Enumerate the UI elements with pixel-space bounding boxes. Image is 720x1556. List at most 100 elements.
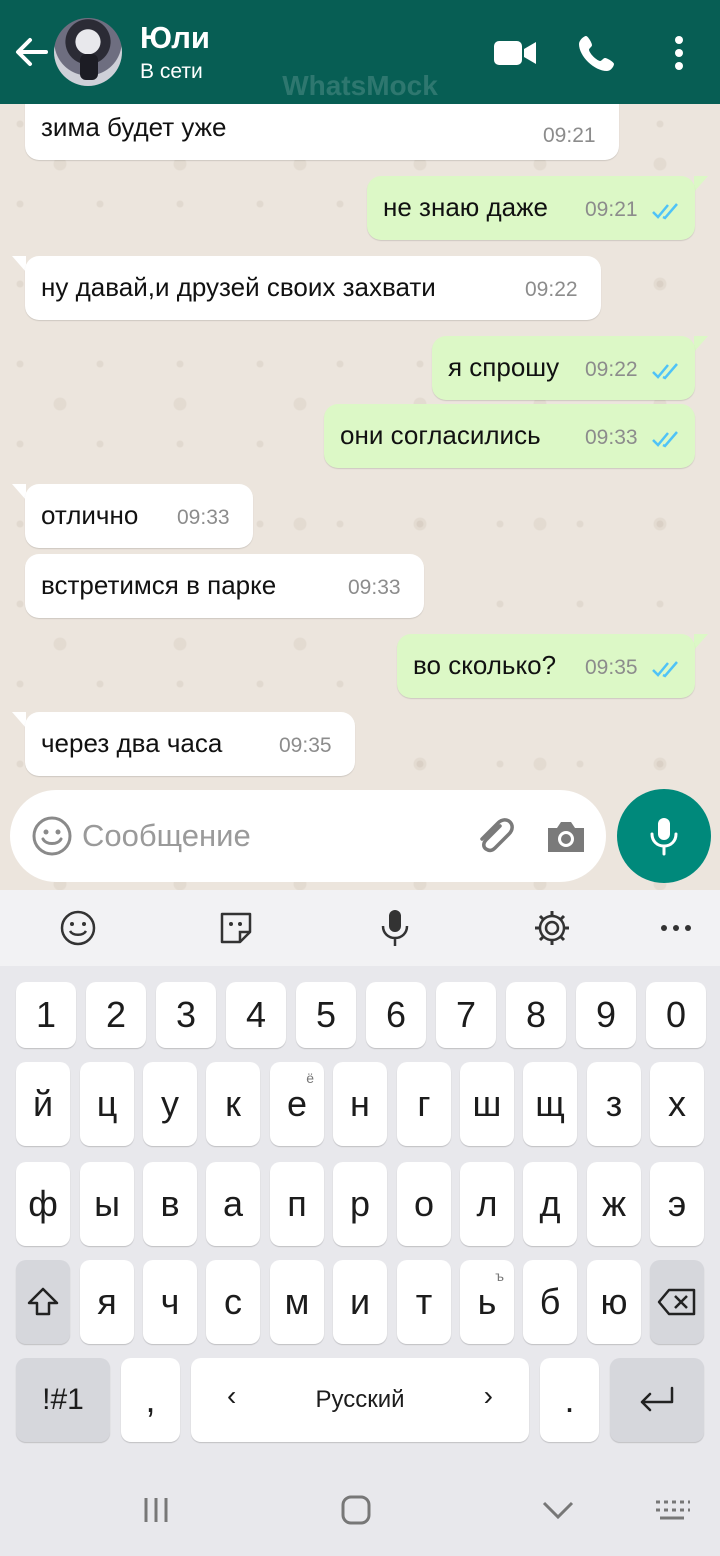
system-navigation-bar [0,1466,720,1556]
key-letter[interactable]: ю [587,1260,641,1344]
chat-area[interactable]: зима будет уже 09:21 не знаю даже 09:21 … [0,104,720,890]
key-letter[interactable]: и [333,1260,387,1344]
message-text: они согласились [340,420,541,450]
message-incoming[interactable]: зима будет уже 09:21 [25,104,619,160]
symbols-key[interactable]: !#1 [16,1358,110,1442]
enter-icon [640,1386,674,1412]
message-outgoing[interactable]: не знаю даже 09:21 [367,176,695,240]
message-time: 09:33 [348,576,401,599]
key-letter[interactable]: ж [587,1162,641,1246]
read-receipt-icon [652,661,678,678]
key-letter[interactable]: п [270,1162,324,1246]
message-time: 09:22 [525,278,578,301]
message-incoming[interactable]: через два часа 09:35 [25,712,355,776]
contact-name[interactable]: Юли [140,20,210,56]
microphone-icon [650,818,678,856]
voice-record-button[interactable] [617,789,711,883]
key-5[interactable]: 5 [296,982,356,1048]
recents-icon[interactable] [140,1492,172,1528]
bubble-tail [12,256,26,272]
key-letter[interactable]: а [206,1162,260,1246]
key-letter[interactable]: к [206,1062,260,1146]
message-text: встретимся в парке [41,570,277,600]
key-letter[interactable]: й [16,1062,70,1146]
message-outgoing[interactable]: во сколько? 09:35 [397,634,695,698]
enter-key[interactable] [610,1358,704,1442]
key-letter[interactable]: о [397,1162,451,1246]
key-letter[interactable]: я [80,1260,134,1344]
key-8[interactable]: 8 [506,982,566,1048]
key-letter[interactable]: в [143,1162,197,1246]
message-incoming[interactable]: ну давай,и друзей своих захвати 09:22 [25,256,601,320]
back-arrow-icon[interactable] [10,30,54,74]
key-alt-label: ъ [495,1268,504,1284]
key-letter[interactable]: з [587,1062,641,1146]
key-label: е [286,1083,308,1124]
message-time: 09:21 [585,198,638,221]
key-letter[interactable]: д [523,1162,577,1246]
key-letter-e[interactable]: е ё [270,1062,324,1146]
key-letter[interactable]: х [650,1062,704,1146]
sticker-icon[interactable] [216,908,256,948]
key-letter[interactable]: т [397,1260,451,1344]
message-text: ну давай,и друзей своих захвати [41,272,436,302]
key-letter[interactable]: г [397,1062,451,1146]
message-text: не знаю даже [383,192,548,222]
message-composer[interactable]: Сообщение [10,790,606,882]
shift-key[interactable] [16,1260,70,1344]
key-letter[interactable]: л [460,1162,514,1246]
settings-icon[interactable] [532,908,572,948]
message-text: отлично [41,500,139,530]
message-input[interactable]: Сообщение [82,818,251,854]
key-4[interactable]: 4 [226,982,286,1048]
back-icon[interactable] [540,1492,576,1528]
keyboard: 1 2 3 4 5 6 7 8 9 0 й ц у к е ё н г ш щ … [0,966,720,1466]
read-receipt-icon [652,363,678,380]
comma-key[interactable]: , [121,1358,180,1442]
backspace-icon [657,1288,696,1316]
message-time: 09:33 [585,426,638,449]
key-letter[interactable]: с [206,1260,260,1344]
home-icon[interactable] [338,1492,374,1528]
emoji-icon[interactable] [58,908,98,948]
key-letter[interactable]: м [270,1260,324,1344]
key-letter[interactable]: р [333,1162,387,1246]
key-letter[interactable]: ы [80,1162,134,1246]
left-arrow-icon: ‹ [227,1380,237,1411]
key-1[interactable]: 1 [16,982,76,1048]
key-letter-soft-sign[interactable]: ь ъ [460,1260,514,1344]
bubble-tail [694,176,708,192]
key-letter[interactable]: б [523,1260,577,1344]
emoji-icon[interactable] [30,814,74,858]
backspace-key[interactable] [650,1260,704,1344]
key-0[interactable]: 0 [646,982,706,1048]
key-letter[interactable]: н [333,1062,387,1146]
key-letter[interactable]: ф [16,1162,70,1246]
camera-icon[interactable] [542,812,590,860]
message-outgoing[interactable]: я спрошу 09:22 [432,336,695,400]
period-key[interactable]: . [540,1358,599,1442]
key-letter[interactable]: ц [80,1062,134,1146]
key-letter[interactable]: щ [523,1062,577,1146]
key-letter[interactable]: э [650,1162,704,1246]
key-letter[interactable]: ш [460,1062,514,1146]
read-receipt-icon [652,431,678,448]
key-7[interactable]: 7 [436,982,496,1048]
paperclip-icon[interactable] [470,812,518,860]
key-letter[interactable]: ч [143,1260,197,1344]
space-bar[interactable]: ‹ Русский › [191,1358,529,1442]
key-3[interactable]: 3 [156,982,216,1048]
bubble-tail [694,336,708,352]
message-text: во сколько? [413,650,557,680]
message-incoming[interactable]: встретимся в парке 09:33 [25,554,424,618]
message-outgoing[interactable]: они согласились 09:33 [324,404,695,468]
key-label: ь [477,1281,497,1322]
keyboard-switch-icon[interactable] [652,1492,692,1528]
key-letter[interactable]: у [143,1062,197,1146]
key-2[interactable]: 2 [86,982,146,1048]
key-6[interactable]: 6 [366,982,426,1048]
message-incoming[interactable]: отлично 09:33 [25,484,253,548]
more-icon[interactable] [656,908,696,948]
key-9[interactable]: 9 [576,982,636,1048]
voice-input-icon[interactable] [375,908,415,948]
